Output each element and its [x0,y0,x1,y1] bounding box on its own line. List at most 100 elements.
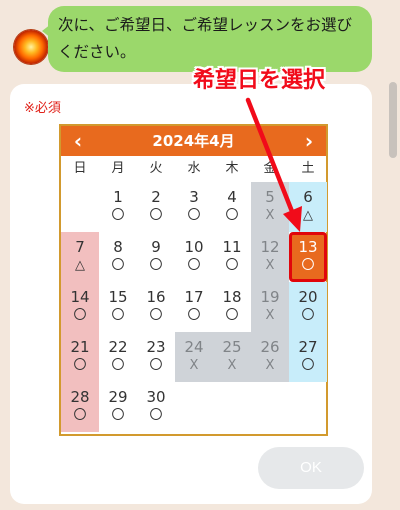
chevron-right-icon[interactable]: › [294,126,324,156]
calendar-day-26: 26 X [251,332,289,382]
day-number: 3 [189,188,199,206]
calendar-month-title: 2024年4月 [152,132,235,150]
day-number: 27 [298,338,318,356]
calendar-header: ‹ 2024年4月 › [61,126,326,156]
availability-mark: 〇 [149,358,163,373]
calendar-day-29[interactable]: 29 〇 [99,382,137,432]
day-number: 22 [108,338,128,356]
availability-mark: X [265,308,275,323]
availability-mark: 〇 [225,208,239,223]
day-number: 4 [227,188,237,206]
availability-mark: X [265,208,275,223]
availability-mark: 〇 [149,208,163,223]
calendar-day-1[interactable]: 1〇 [99,182,137,232]
calendar-day-20[interactable]: 20 〇 [289,282,327,332]
day-number: 25 [222,338,242,356]
weekday-wed: 水 [187,161,201,176]
availability-mark: 〇 [301,358,315,373]
day-number: 14 [70,288,90,306]
calendar-day-15[interactable]: 15 〇 [99,282,137,332]
weekday-sun: 日 [73,161,87,176]
availability-mark: 〇 [111,258,125,273]
availability-mark: 〇 [111,208,125,223]
availability-mark: 〇 [111,408,125,423]
calendar-day-empty [61,182,99,232]
weekday-thu: 木 [225,161,239,176]
calendar-day-21[interactable]: 21 〇 [61,332,99,382]
calendar-day-24: 24 X [175,332,213,382]
calendar-day-30[interactable]: 30 〇 [137,382,175,432]
day-number: 19 [260,288,280,306]
availability-mark: 〇 [225,258,239,273]
ok-button[interactable]: OK [258,447,364,489]
calendar-day-8[interactable]: 8〇 [99,232,137,282]
calendar-day-7[interactable]: 7 △ [61,232,99,282]
availability-mark: 〇 [149,258,163,273]
day-number: 13 [298,238,318,256]
day-number: 18 [222,288,242,306]
day-number: 20 [298,288,318,306]
availability-mark: X [227,358,237,373]
availability-mark: 〇 [301,308,315,323]
day-number: 9 [151,238,161,256]
day-number: 2 [151,188,161,206]
day-number: 29 [108,388,128,406]
availability-mark: X [189,358,199,373]
calendar-day-10[interactable]: 10 〇 [175,232,213,282]
annotation-label: 希望日を選択 [193,68,326,93]
availability-mark: 〇 [225,308,239,323]
calendar-day-14[interactable]: 14 〇 [61,282,99,332]
availability-mark: 〇 [73,358,87,373]
weekday-tue: 火 [149,161,163,176]
day-number: 6 [303,188,313,206]
calendar-day-27[interactable]: 27 〇 [289,332,327,382]
calendar-day-23[interactable]: 23 〇 [137,332,175,382]
weekday-sat: 土 [301,161,315,176]
day-number: 28 [70,388,90,406]
calendar-day-5: 5X [251,182,289,232]
calendar-day-22[interactable]: 22 〇 [99,332,137,382]
calendar-day-9[interactable]: 9〇 [137,232,175,282]
required-label: ※必須 [24,101,61,116]
availability-mark: 〇 [187,258,201,273]
day-number: 26 [260,338,280,356]
calendar-day-11[interactable]: 11 〇 [213,232,251,282]
calendar-day-16[interactable]: 16 〇 [137,282,175,332]
calendar-day-25: 25 X [213,332,251,382]
availability-mark: X [265,358,275,373]
chat-message: 次に、ご希望日、ご希望レッスンをお選びください。 [58,16,353,61]
day-number: 21 [70,338,90,356]
calendar-day-6[interactable]: 6 △ [289,182,327,232]
availability-mark: 〇 [301,258,315,273]
weekday-mon: 月 [111,161,125,176]
availability-mark: 〇 [149,308,163,323]
day-number: 15 [108,288,128,306]
calendar-day-28[interactable]: 28 〇 [61,382,99,432]
day-number: 7 [75,238,85,256]
availability-mark: △ [303,208,313,223]
availability-mark: 〇 [149,408,163,423]
scrollbar[interactable] [386,0,400,510]
calendar: ‹ 2024年4月 › 日 月 火 水 木 金 土 1 〇 2 〇 3 〇 4 〇 5 X 6 △ 7 △… [59,124,328,436]
calendar-day-2[interactable]: 2〇 [137,182,175,232]
day-number: 1 [113,188,123,206]
availability-mark: 〇 [187,208,201,223]
day-number: 30 [146,388,166,406]
calendar-grid: 1 〇 2 〇 3 〇 4 〇 5 X 6 △ 7 △ 8 〇 9 〇 10 〇 11 〇 12 X 13 〇 14 〇 15 〇 16 〇 1… [61,182,327,434]
scroll-thumb[interactable] [389,82,397,158]
day-number: 24 [184,338,204,356]
availability-mark: 〇 [73,408,87,423]
weekday-row: 日 月 火 水 木 金 土 [61,156,326,182]
calendar-day-4[interactable]: 4〇 [213,182,251,232]
availability-mark: 〇 [111,308,125,323]
calendar-day-13[interactable]: 13 〇 [289,232,327,282]
availability-mark: △ [75,258,85,273]
day-number: 11 [222,238,242,256]
day-number: 17 [184,288,204,306]
availability-mark: 〇 [187,308,201,323]
calendar-day-18[interactable]: 18 〇 [213,282,251,332]
weekday-fri: 金 [263,161,277,176]
availability-mark: X [265,258,275,273]
calendar-day-17[interactable]: 17 〇 [175,282,213,332]
calendar-day-3[interactable]: 3〇 [175,182,213,232]
